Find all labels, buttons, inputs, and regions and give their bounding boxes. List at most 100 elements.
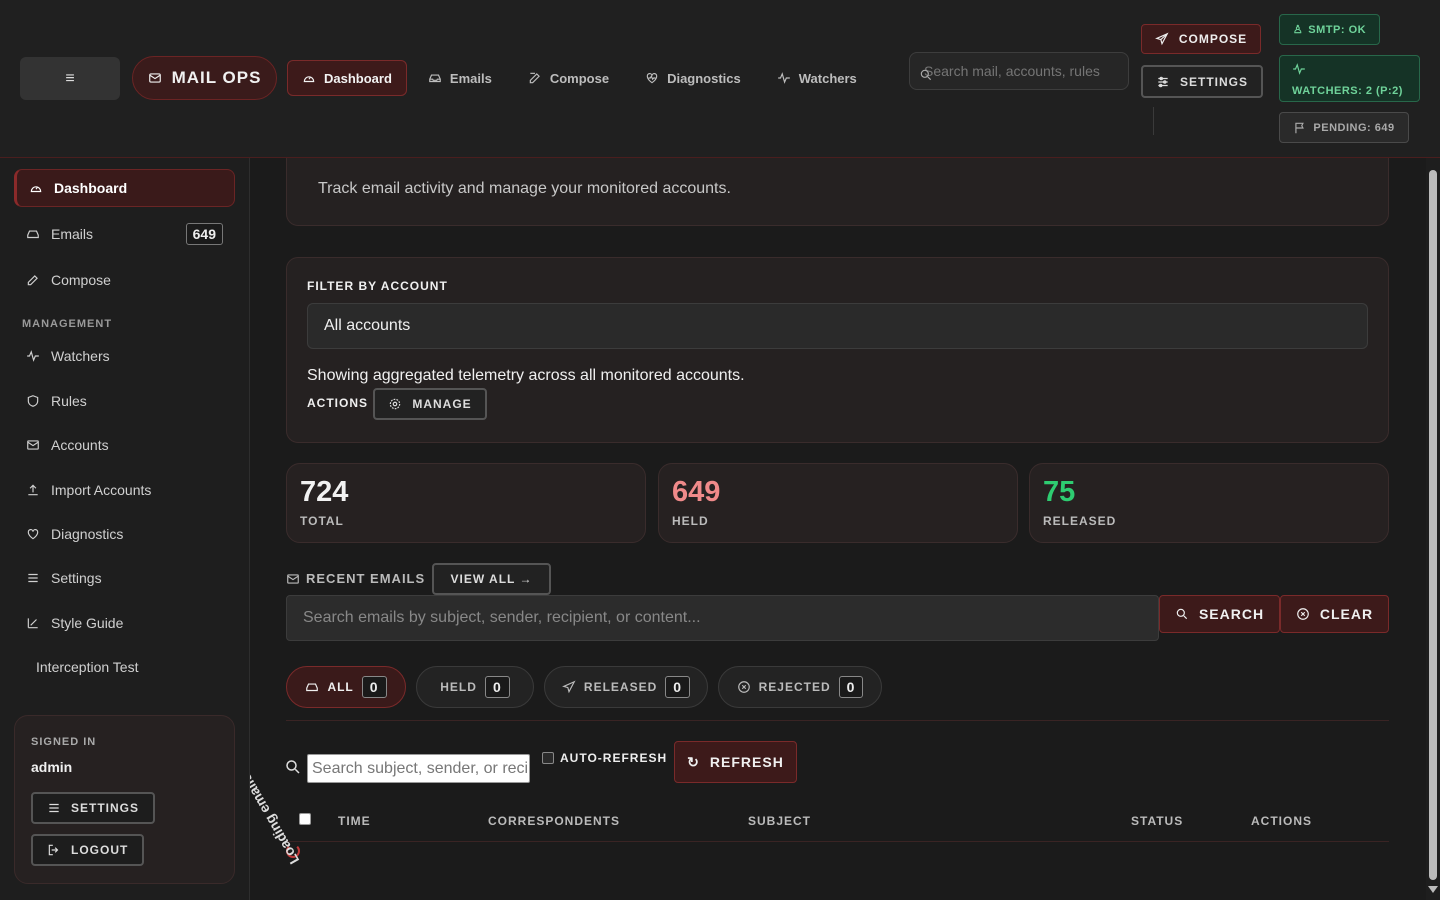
logout-label: LOGOUT [71,843,129,857]
auto-refresh-label: AUTO-REFRESH [560,751,668,765]
x-circle-icon [737,680,751,694]
watchers-status-badge[interactable]: WATCHERS: 2 (P:2) [1279,55,1420,102]
brush-icon [26,616,40,630]
smtp-status-badge[interactable]: ♙ SMTP: OK [1279,14,1380,45]
sidebar-item-emails[interactable]: Emails 649 [14,215,235,253]
table-search-input[interactable]: Search subject, sender, or recipient [307,754,530,783]
search-icon [919,68,933,82]
tab-count: 0 [838,676,864,698]
sliders-icon [1156,75,1170,89]
sidebar-item-label: Dashboard [54,180,128,196]
inbox-icon [428,71,442,85]
menu-toggle-button[interactable]: ≡ [20,57,120,100]
nav-dashboard[interactable]: Dashboard [287,60,407,96]
sliders-icon [26,571,40,585]
scrollbar[interactable] [1426,158,1440,900]
nav-label: Compose [549,70,610,86]
scroll-down-arrow[interactable] [1428,886,1438,893]
stat-released: 75 RELEASED [1029,463,1389,543]
column-header-status[interactable]: STATUS [1131,814,1183,828]
clear-button[interactable]: CLEAR [1280,595,1389,633]
sidebar-item-compose[interactable]: Compose [14,261,235,299]
nav-label: Emails [449,70,492,86]
select-all-checkbox[interactable] [299,813,311,825]
heart-pulse-icon [645,71,659,85]
tab-label: RELEASED [583,680,658,694]
username: admin [31,759,73,775]
sidebar-item-label: Accounts [51,437,109,453]
loading-text: Loading emails [250,770,303,867]
sidebar-item-import-accounts[interactable]: Import Accounts [14,471,235,509]
stat-value: 724 [300,476,349,508]
sidebar-item-style-guide[interactable]: Style Guide [14,604,235,642]
compose-button[interactable]: COMPOSE [1141,24,1261,54]
logout-button[interactable]: LOGOUT [31,834,145,866]
sidebar-item-label: Settings [51,570,102,586]
pending-status-badge[interactable]: PENDING: 649 [1279,112,1409,143]
sidebar-item-label: Import Accounts [51,482,152,498]
sidebar-item-settings[interactable]: Settings [14,559,235,597]
upload-icon [26,483,40,497]
envelope-icon [26,438,40,452]
column-header-subject[interactable]: SUBJECT [748,814,811,828]
view-all-button[interactable]: VIEW ALL → [432,563,551,595]
scrollbar-thumb[interactable] [1429,170,1437,880]
tab-all[interactable]: ALL 0 [286,666,406,708]
global-search-input[interactable] [909,52,1129,90]
column-header-actions[interactable]: ACTIONS [1251,814,1312,828]
sidebar-item-rules[interactable]: Rules [14,382,235,420]
account-select[interactable]: All accounts [307,303,1368,349]
pending-status-text: PENDING: 649 [1313,121,1395,134]
activity-icon [26,349,40,363]
stat-value: 649 [672,476,721,508]
manage-label: MANAGE [412,397,472,411]
tab-rejected[interactable]: REJECTED 0 [718,666,882,708]
sidebar-item-label: Interception Test [36,659,139,675]
search-label: SEARCH [1198,606,1265,622]
intro-card: Track email activity and manage your mon… [286,158,1389,226]
email-search-placeholder: Search emails by subject, sender, recipi… [303,609,701,626]
divider [286,841,1389,842]
account-select-value: All accounts [324,317,411,334]
sidebar-item-dashboard[interactable]: Dashboard [14,169,235,207]
sidebar-item-diagnostics[interactable]: Diagnostics [14,515,235,553]
search-button[interactable]: SEARCH [1159,595,1280,633]
column-header-time[interactable]: TIME [338,814,371,828]
refresh-button[interactable]: ↻ REFRESH [674,741,797,783]
sidebar-item-accounts[interactable]: Accounts [14,426,235,464]
tab-held[interactable]: HELD 0 [416,666,534,708]
logout-icon [47,843,61,857]
inbox-icon [26,227,40,241]
divider [1153,107,1154,135]
email-search-input[interactable]: Search emails by subject, sender, recipi… [286,595,1159,641]
refresh-label: REFRESH [709,754,784,770]
nav-compose[interactable]: Compose [513,60,624,96]
edit-icon [26,273,40,287]
signed-in-label: SIGNED IN [31,736,97,748]
flag-icon [1293,121,1307,135]
stat-value: 75 [1043,476,1076,508]
main-content: Track email activity and manage your mon… [250,158,1426,900]
nav-watchers[interactable]: Watchers [762,60,872,96]
tab-count: 0 [665,676,691,698]
tab-label: HELD [440,680,477,694]
auto-refresh-toggle[interactable]: AUTO-REFRESH [542,751,667,765]
settings-button[interactable]: SETTINGS [1141,65,1263,98]
hamburger-icon: ≡ [65,69,75,87]
shield-icon [26,394,40,408]
auto-refresh-checkbox[interactable] [542,752,554,764]
nav-diagnostics[interactable]: Diagnostics [630,60,756,96]
filter-label: FILTER BY ACCOUNT [307,279,448,293]
sidebar-item-watchers[interactable]: Watchers [14,337,235,375]
sidebar-item-interception-test[interactable]: Interception Test [14,648,235,686]
activity-icon [1292,63,1306,75]
manage-button[interactable]: MANAGE [373,388,487,420]
brand-logo[interactable]: MAIL OPS [132,56,277,100]
tab-label: REJECTED [758,680,831,694]
nav-emails[interactable]: Emails [413,60,507,96]
tab-released[interactable]: RELEASED 0 [544,666,708,708]
column-header-correspondents[interactable]: CORRESPONDENTS [488,814,620,828]
table-search-placeholder: Search subject, sender, or recipient [312,759,529,777]
sidebar-settings-button[interactable]: SETTINGS [31,792,156,824]
search-icon [1175,607,1189,621]
